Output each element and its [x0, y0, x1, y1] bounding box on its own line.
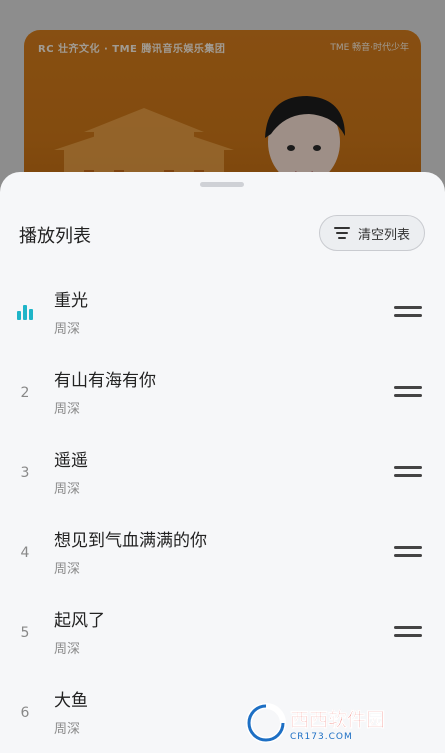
site-watermark: 西西软件园 CR173.COM: [246, 702, 424, 744]
song-artist: 周深: [54, 562, 81, 577]
playlist-item[interactable]: 重光 周深: [0, 272, 445, 352]
song-title: 遥遥: [54, 451, 88, 471]
reorder-handle-icon[interactable]: [394, 466, 422, 480]
watermark-text: 西西软件园: [290, 708, 386, 731]
track-number: 5: [20, 625, 30, 641]
track-number: 3: [20, 465, 30, 481]
reorder-handle-icon[interactable]: [394, 306, 422, 320]
playlist-title: 播放列表: [19, 226, 91, 247]
reorder-handle-icon[interactable]: [394, 386, 422, 400]
song-artist: 周深: [54, 482, 81, 497]
song-title: 有山有海有你: [54, 371, 156, 391]
song-title: 起风了: [54, 611, 105, 631]
song-artist: 周深: [54, 322, 81, 337]
track-number: 2: [20, 385, 30, 401]
clear-list-icon: [333, 227, 350, 239]
watermark-logo-icon: [246, 703, 286, 743]
playlist-item[interactable]: 2 有山有海有你 周深: [0, 352, 445, 432]
track-number: 6: [20, 705, 30, 721]
clear-playlist-button[interactable]: 清空列表: [319, 215, 425, 251]
song-title: 大鱼: [54, 691, 88, 711]
playlist-sheet: 播放列表 清空列表 重光 周深 2 有山有海有你 周深 3 遥遥 周深 4 想见…: [0, 172, 445, 753]
playlist-item[interactable]: 5 起风了 周深: [0, 592, 445, 672]
clear-playlist-label: 清空列表: [357, 227, 410, 243]
sheet-drag-handle[interactable]: [200, 182, 244, 187]
equalizer-icon: [17, 305, 33, 320]
playlist-item[interactable]: 3 遥遥 周深: [0, 432, 445, 512]
song-artist: 周深: [54, 722, 81, 737]
reorder-handle-icon[interactable]: [394, 546, 422, 560]
track-number: 4: [20, 545, 30, 561]
song-title: 想见到气血满满的你: [54, 531, 207, 551]
song-artist: 周深: [54, 402, 81, 417]
song-title: 重光: [54, 291, 88, 311]
playlist-item[interactable]: 4 想见到气血满满的你 周深: [0, 512, 445, 592]
reorder-handle-icon[interactable]: [394, 626, 422, 640]
watermark-domain: CR173.COM: [290, 731, 353, 742]
song-artist: 周深: [54, 642, 81, 657]
